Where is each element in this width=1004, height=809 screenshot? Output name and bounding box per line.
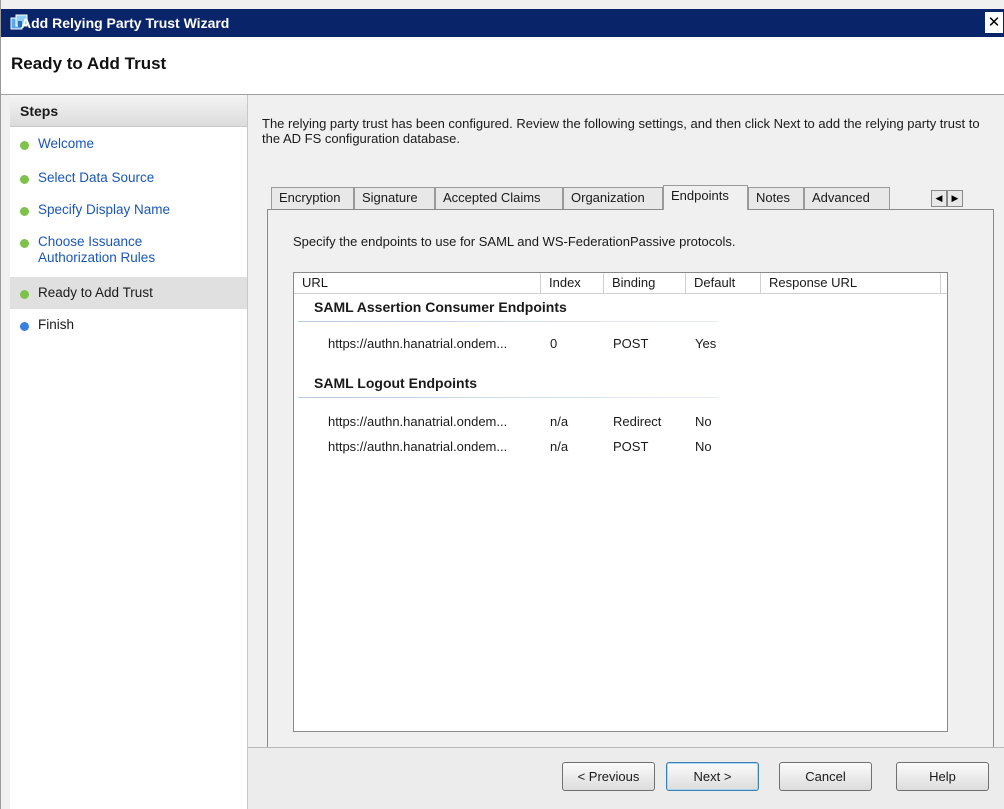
column-header-url[interactable]: URL [294, 273, 541, 293]
tab-signature[interactable]: Signature [354, 187, 435, 209]
button-bar: < Previous Next > Cancel Help [248, 747, 1004, 809]
step-done-icon [20, 207, 29, 216]
steps-pane: Steps Welcome Select Data Source Specify… [10, 95, 248, 809]
tab-organization[interactable]: Organization [563, 187, 663, 209]
step-choose-issuance-authorization-rules[interactable]: Choose Issuance Authorization Rules [10, 234, 210, 266]
step-label: Select Data Source [38, 170, 155, 185]
step-done-icon [20, 175, 29, 184]
endpoint-url[interactable]: https://authn.hanatrial.ondem... [328, 336, 507, 351]
tab-scroll-left-icon[interactable]: ◀ [931, 190, 947, 207]
wizard-window: Add Relying Party Trust Wizard ✕ Ready t… [0, 0, 1004, 809]
endpoint-index: 0 [550, 336, 558, 351]
window-title: Add Relying Party Trust Wizard [21, 15, 230, 31]
step-specify-display-name[interactable]: Specify Display Name [10, 202, 247, 218]
step-welcome[interactable]: Welcome [10, 136, 247, 152]
step-finish[interactable]: Finish [10, 317, 247, 333]
column-header-response-url[interactable]: Response URL [761, 273, 941, 293]
group-separator [298, 397, 718, 398]
group-title-logout: SAML Logout Endpoints [314, 375, 478, 391]
group-title-assertion-consumer: SAML Assertion Consumer Endpoints [314, 299, 567, 315]
column-header-binding[interactable]: Binding [604, 273, 686, 293]
step-ready-to-add-trust[interactable]: Ready to Add Trust [10, 277, 247, 309]
next-button[interactable]: Next > [666, 762, 759, 791]
steps-heading: Steps [20, 103, 59, 119]
endpoint-binding: POST [613, 439, 649, 454]
steps-header: Steps [10, 95, 247, 127]
step-select-data-source[interactable]: Select Data Source [10, 170, 247, 186]
step-label: Specify Display Name [38, 202, 171, 217]
group-separator [298, 321, 718, 322]
endpoint-url[interactable]: https://authn.hanatrial.ondem... [328, 439, 507, 454]
step-label: Welcome [38, 136, 95, 151]
step-current-icon [20, 290, 29, 299]
page-title: Ready to Add Trust [11, 54, 167, 73]
endpoints-list[interactable]: URL Index Binding Default Response URL S… [293, 272, 948, 732]
main-pane: The relying party trust has been configu… [248, 95, 1004, 809]
endpoint-default: No [695, 439, 712, 454]
tab-endpoints[interactable]: Endpoints [663, 185, 748, 210]
tab-encryption[interactable]: Encryption [271, 187, 354, 209]
step-label: Finish [38, 317, 75, 332]
cancel-button[interactable]: Cancel [779, 762, 872, 791]
tab-accepted-claims[interactable]: Accepted Claims [435, 187, 563, 209]
tab-advanced[interactable]: Advanced [804, 187, 890, 209]
help-button[interactable]: Help [896, 762, 989, 791]
step-pending-icon [20, 322, 29, 331]
tab-notes[interactable]: Notes [748, 187, 804, 209]
page-header: Ready to Add Trust [1, 37, 1004, 95]
column-header-default[interactable]: Default [686, 273, 761, 293]
endpoint-index: n/a [550, 439, 569, 454]
step-done-icon [20, 239, 29, 248]
column-header-index[interactable]: Index [541, 273, 604, 293]
title-bar[interactable]: Add Relying Party Trust Wizard ✕ [1, 9, 1004, 37]
step-label: Choose Issuance Authorization Rules [38, 234, 156, 265]
previous-button[interactable]: < Previous [562, 762, 655, 791]
endpoint-binding: POST [613, 336, 649, 351]
tab-scroll-right-icon[interactable]: ▶ [947, 190, 963, 207]
close-icon[interactable]: ✕ [985, 12, 1003, 33]
list-header: URL Index Binding Default Response URL [294, 273, 947, 294]
step-label: Ready to Add Trust [38, 285, 153, 300]
endpoints-description: Specify the endpoints to use for SAML an… [293, 234, 736, 249]
endpoint-default: No [695, 414, 712, 429]
endpoint-index: n/a [550, 414, 569, 429]
intro-text: The relying party trust has been configu… [262, 116, 980, 146]
endpoint-url[interactable]: https://authn.hanatrial.ondem... [328, 414, 507, 429]
step-done-icon [20, 141, 29, 150]
endpoint-default: Yes [695, 336, 717, 351]
endpoint-binding: Redirect [613, 414, 662, 429]
